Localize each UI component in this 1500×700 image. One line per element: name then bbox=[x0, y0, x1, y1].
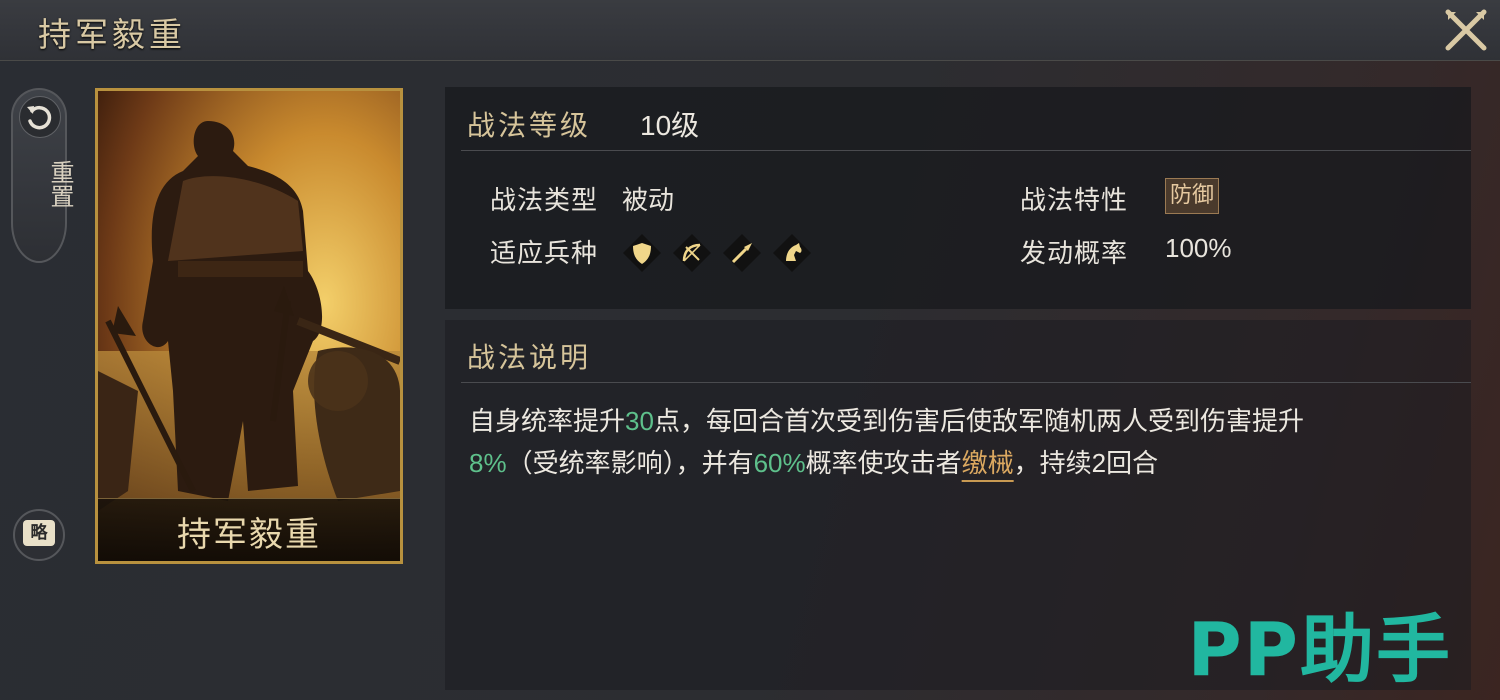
level-value: 10级 bbox=[640, 110, 700, 141]
watermark: PP助手 bbox=[1187, 607, 1452, 693]
card-artwork bbox=[98, 91, 400, 561]
chance-value: 100% bbox=[1165, 233, 1232, 263]
desc-text: 概率使攻击者 bbox=[805, 448, 962, 478]
desc-value: 60% bbox=[753, 448, 806, 478]
troops-label: 适应兵种 bbox=[490, 238, 599, 268]
chance-label: 发动概率 bbox=[1020, 238, 1129, 268]
horse-icon[interactable] bbox=[772, 233, 812, 273]
close-button[interactable] bbox=[1442, 6, 1490, 54]
desc-value: 8% bbox=[469, 448, 507, 478]
divider bbox=[461, 382, 1471, 383]
disarm-link[interactable]: 缴械 bbox=[962, 448, 1014, 478]
reset-button[interactable]: 重置 bbox=[11, 88, 74, 263]
skill-info-panel: 战法等级 10级 战法类型 被动 战法特性 防御 适应兵种 发动概率 100% bbox=[445, 87, 1471, 309]
skill-card: 持军毅重 bbox=[95, 88, 403, 564]
description-text: 自身统率提升30点，每回合首次受到伤害后使敌军随机两人受到伤害提升 8%（受统率影… bbox=[469, 400, 1449, 484]
shield-icon[interactable] bbox=[622, 233, 662, 273]
desc-text: ，持续2回合 bbox=[1013, 448, 1159, 478]
divider bbox=[461, 150, 1471, 151]
desc-text: 自身统率提升 bbox=[469, 406, 626, 436]
trait-label: 战法特性 bbox=[1020, 185, 1129, 215]
card-nameplate: 持军毅重 bbox=[98, 498, 400, 561]
brief-button[interactable]: 略 bbox=[13, 509, 65, 561]
trait-badge: 防御 bbox=[1165, 178, 1220, 214]
window-title: 持军毅重 bbox=[38, 15, 186, 54]
brief-label: 略 bbox=[23, 520, 55, 546]
reset-icon bbox=[19, 96, 61, 138]
description-heading: 战法说明 bbox=[467, 341, 592, 374]
card-name: 持军毅重 bbox=[177, 515, 321, 555]
type-label: 战法类型 bbox=[490, 185, 599, 215]
desc-text: 点，每回合首次受到伤害后使敌军随机两人受到伤害提升 bbox=[653, 406, 1304, 436]
close-icon bbox=[1445, 9, 1487, 51]
reset-label: 重置 bbox=[46, 160, 74, 208]
bow-icon[interactable] bbox=[672, 233, 712, 273]
spear-icon[interactable] bbox=[722, 233, 762, 273]
desc-text: （受统率影响），并有 bbox=[506, 448, 754, 478]
title-bar: 持军毅重 bbox=[0, 0, 1500, 61]
type-value: 被动 bbox=[622, 185, 675, 215]
level-label: 战法等级 bbox=[467, 109, 592, 142]
desc-value: 30 bbox=[625, 406, 654, 436]
